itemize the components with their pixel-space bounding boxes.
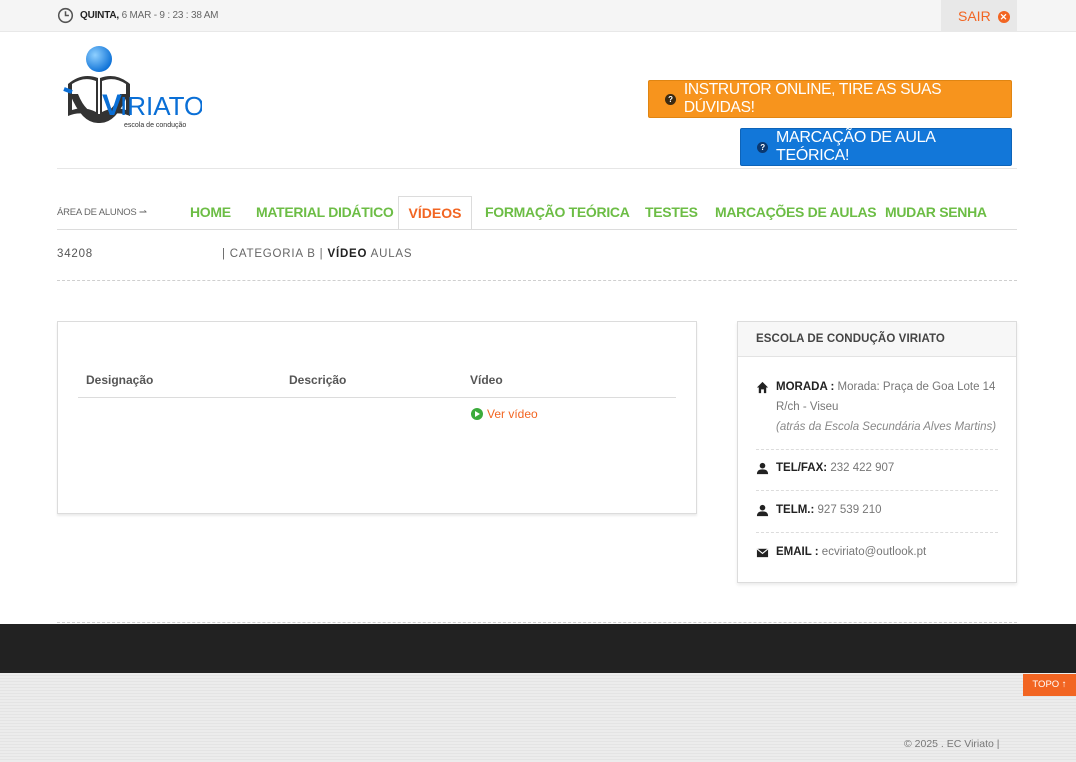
videos-table-card: Designação Descrição Vídeo Ver vídeo — [57, 321, 697, 514]
contact-tel: TEL/FAX: 232 422 907 — [756, 458, 998, 478]
instructor-online-button[interactable]: ? INSTRUTOR ONLINE, TIRE AS SUAS DÚVIDAS… — [648, 80, 1012, 118]
question-circle-icon: ? — [757, 141, 768, 153]
column-header-designacao: Designação — [86, 373, 154, 387]
contact-mobile: TELM.: 927 539 210 — [756, 500, 998, 520]
nav-marcacoes-de-aulas[interactable]: MARCAÇÕES DE AULAS — [715, 204, 877, 220]
nav-home[interactable]: HOME — [190, 204, 231, 220]
ver-video-link[interactable]: Ver vídeo — [471, 407, 538, 421]
question-circle-icon: ? — [665, 93, 676, 105]
top-bar: QUINTA, 6 MAR - 9 : 23 : 38 AM SAIR ✕ — [0, 0, 1076, 32]
contact-divider — [756, 532, 998, 533]
nav-videos[interactable]: VÍDEOS — [398, 196, 472, 230]
breadcrumb-section-rest: AULAS — [370, 248, 413, 260]
email-value[interactable]: ecviriato@outlook.pt — [822, 546, 926, 558]
nav-divider — [57, 229, 1017, 230]
nav-mudar-senha[interactable]: MUDAR SENHA — [885, 204, 987, 220]
contact-divider — [756, 490, 998, 491]
close-circle-icon: ✕ — [997, 11, 1010, 23]
viriato-logo[interactable]: V IRIATO escola de condução — [62, 44, 202, 132]
breadcrumb-section-bold: VÍDEO — [327, 248, 368, 260]
svg-text:escola de condução: escola de condução — [124, 122, 186, 129]
nav-formacao-teorica[interactable]: FORMAÇÃO TEÓRICA — [485, 204, 630, 220]
contact-email: EMAIL : ecviriato@outlook.pt — [756, 542, 998, 562]
contact-card: ESCOLA DE CONDUÇÃO VIRIATO MORADA : Mora… — [737, 321, 1017, 583]
breadcrumb-divider — [57, 280, 1017, 281]
student-id: 34208 — [57, 248, 93, 260]
breadcrumb-category: | CATEGORIA B | — [222, 248, 324, 260]
address-note: (atrás da Escola Secundária Alves Martin… — [776, 421, 997, 433]
current-datetime: QUINTA, 6 MAR - 9 : 23 : 38 AM — [80, 10, 219, 21]
weekday: QUINTA, — [80, 10, 119, 21]
contact-address: MORADA : Morada: Praça de Goa Lote 14 R/… — [756, 377, 998, 437]
date-time-text: 6 MAR - 9 : 23 : 38 AM — [121, 10, 219, 21]
footer-dark-band — [0, 624, 1076, 673]
copyright-text: © 2025 . EC Viriato | — [904, 738, 1000, 750]
play-circle-icon — [471, 408, 483, 420]
envelope-icon — [756, 548, 769, 558]
contact-divider — [756, 449, 998, 450]
logout-button[interactable]: SAIR ✕ — [941, 0, 1017, 32]
nav-material-didatico[interactable]: MATERIAL DIDÁTICO — [256, 204, 394, 220]
book-theory-class-label: MARCAÇÃO DE AULA TEÓRICA! — [775, 129, 935, 164]
book-theory-class-button[interactable]: ? MARCAÇÃO DE AULA TEÓRICA! — [740, 128, 1012, 166]
tel-label: TEL/FAX: — [776, 462, 828, 474]
person-icon — [756, 462, 769, 475]
contact-title: ESCOLA DE CONDUÇÃO VIRIATO — [738, 322, 1016, 357]
mobile-label: TELM.: — [776, 504, 815, 516]
svg-text:IRIATO: IRIATO — [120, 91, 202, 121]
header-divider — [57, 168, 1017, 169]
person-icon — [756, 504, 769, 517]
mobile-value: 927 539 210 — [817, 504, 882, 516]
svg-text:V: V — [102, 89, 122, 122]
email-label: EMAIL : — [776, 546, 819, 558]
breadcrumb: | CATEGORIA B | VÍDEO AULAS — [222, 248, 412, 260]
student-area-label: ÁREA DE ALUNOS ⇀ — [57, 207, 147, 218]
address-label: MORADA : — [776, 381, 835, 393]
instructor-online-label: INSTRUTOR ONLINE, TIRE AS SUAS DÚVIDAS! — [683, 81, 942, 116]
back-to-top-button[interactable]: TOPO ↑ — [1023, 674, 1076, 696]
home-icon — [756, 381, 769, 394]
logout-label: SAIR — [958, 8, 991, 24]
column-header-video: Vídeo — [470, 373, 503, 387]
nav-testes[interactable]: TESTES — [645, 204, 698, 220]
clock-icon — [57, 7, 74, 24]
content-footer-divider — [57, 622, 1017, 623]
table-header-divider — [78, 397, 676, 398]
ver-video-label: Ver vídeo — [487, 407, 538, 421]
tel-value: 232 422 907 — [830, 462, 895, 474]
column-header-descricao: Descrição — [289, 373, 347, 387]
